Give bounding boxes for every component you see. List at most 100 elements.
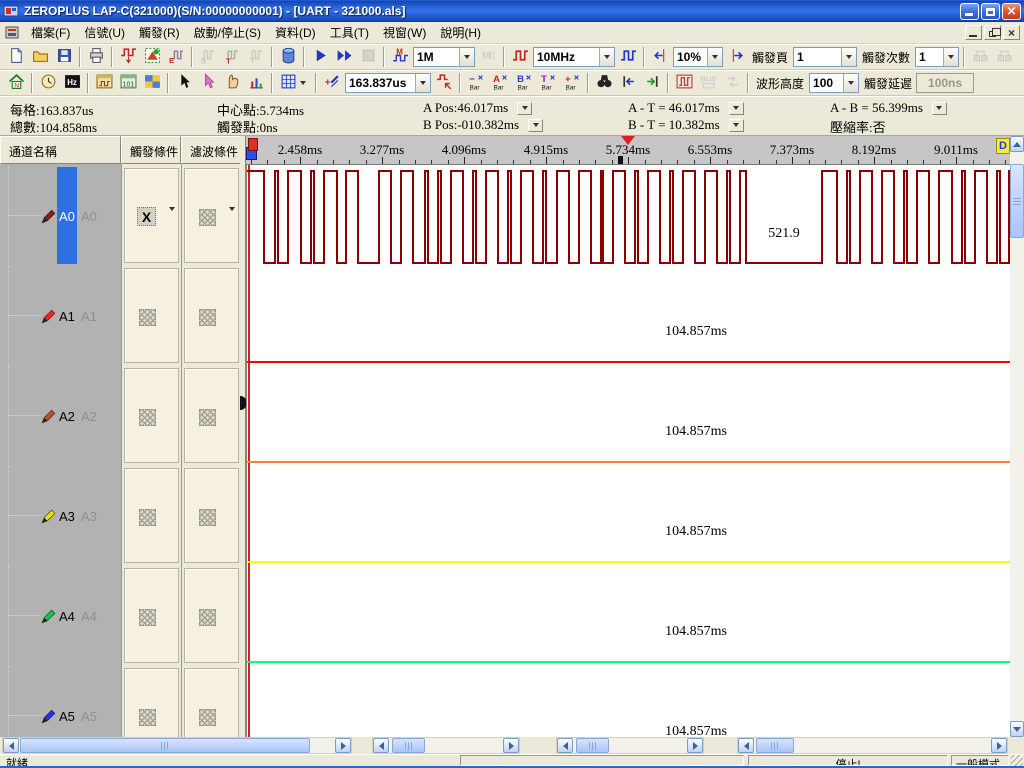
channel-pen-icon[interactable] (40, 308, 57, 328)
combo-dropdown-icon[interactable] (707, 48, 722, 66)
channel-row-A2[interactable]: A2A2 (0, 366, 121, 466)
condition-unset-icon[interactable] (199, 609, 216, 626)
trigger-page-combo[interactable]: 1 (793, 47, 857, 67)
channel-row-A3[interactable]: A3A3 (0, 466, 121, 566)
channel-pen-icon[interactable] (40, 508, 57, 528)
close-button[interactable]: × (1002, 3, 1021, 20)
home-view-button[interactable]: N (4, 72, 28, 94)
zoom-scale-combo[interactable]: 163.837us (345, 73, 431, 93)
condition-unset-icon[interactable] (199, 409, 216, 426)
cell-dropdown-icon[interactable] (229, 211, 235, 225)
channel-name[interactable]: A5 (59, 709, 75, 724)
minus-bar-button[interactable]: −Bar (464, 72, 488, 94)
channel-name[interactable]: A1 (59, 309, 75, 324)
print-button[interactable] (84, 46, 108, 68)
trigger-properties-button[interactable] (140, 46, 164, 68)
trigger-condition-cell-A4[interactable] (124, 568, 179, 663)
combo-dropdown-icon[interactable] (415, 74, 430, 92)
info-dropdown-button[interactable] (528, 119, 543, 132)
scroll-thumb[interactable] (392, 738, 425, 753)
noise-filter-button[interactable] (672, 72, 696, 94)
condition-unset-icon[interactable] (139, 409, 156, 426)
condition-unset-icon[interactable] (139, 509, 156, 526)
trigger-condition-cell-A1[interactable] (124, 268, 179, 363)
menu-item-2[interactable]: 觸發(R) (132, 23, 187, 43)
scroll-left-button[interactable] (738, 738, 754, 753)
resize-grip[interactable] (1011, 755, 1023, 766)
channel-pen-icon[interactable] (40, 208, 57, 228)
filter-condition-cell-A0[interactable] (184, 168, 239, 263)
scroll-right-button[interactable] (991, 738, 1007, 753)
advanced-trigger-button[interactable]: T (220, 46, 244, 68)
minimize-button[interactable] (960, 3, 979, 20)
scroll-thumb[interactable] (756, 738, 794, 753)
zoom-fit-button[interactable] (320, 72, 344, 94)
condition-unset-icon[interactable] (199, 309, 216, 326)
channel-row-A1[interactable]: A1A1 (0, 266, 121, 366)
listing-window-button[interactable]: 101 (116, 72, 140, 94)
combo-dropdown-icon[interactable] (943, 48, 958, 66)
menu-item-0[interactable]: 檔案(F) (24, 23, 77, 43)
condition-unset-icon[interactable] (139, 309, 156, 326)
navigator-window-button[interactable] (140, 72, 164, 94)
menu-item-5[interactable]: 工具(T) (323, 23, 376, 43)
waveform-window-button[interactable] (92, 72, 116, 94)
multi-select-cursor-button[interactable] (196, 72, 220, 94)
channel-pen-icon[interactable] (40, 608, 57, 628)
channel-panel-scrollbar[interactable] (2, 737, 352, 754)
scroll-left-button[interactable] (557, 738, 573, 753)
channel-pen-icon[interactable] (40, 408, 57, 428)
memory-depth-button[interactable]: M (388, 46, 412, 68)
scroll-thumb[interactable] (576, 738, 609, 753)
maximize-button[interactable] (981, 3, 1000, 20)
channel-name[interactable]: A0 (59, 209, 75, 224)
open-file-button[interactable] (28, 46, 52, 68)
new-file-button[interactable] (4, 46, 28, 68)
scroll-down-button[interactable] (1010, 721, 1024, 737)
combo-dropdown-icon[interactable] (599, 48, 614, 66)
square-wave-button[interactable] (616, 46, 640, 68)
frequency-setup-button[interactable]: Hz (60, 72, 84, 94)
trigger-condition-cell-A3[interactable] (124, 468, 179, 563)
condition-unset-icon[interactable] (139, 609, 156, 626)
menu-item-7[interactable]: 說明(H) (433, 23, 488, 43)
condition-unset-icon[interactable] (199, 509, 216, 526)
mdi-restore-button[interactable] (984, 25, 1001, 40)
sampling-setup-button[interactable] (116, 46, 140, 68)
scroll-right-button[interactable] (687, 738, 703, 753)
menu-item-6[interactable]: 視窗(W) (376, 23, 433, 43)
vertical-scroll-thumb[interactable] (1010, 164, 1024, 238)
channel-name[interactable]: A3 (59, 509, 75, 524)
filter-column-scrollbar[interactable] (556, 737, 704, 754)
a-bar-button[interactable]: ABar (488, 72, 512, 94)
scroll-up-button[interactable] (1010, 136, 1024, 152)
waveform-scrollbar[interactable] (737, 737, 1008, 754)
t-bar-button[interactable]: TBar (536, 72, 560, 94)
info-dropdown-button[interactable] (932, 102, 947, 115)
combo-dropdown-icon[interactable] (459, 48, 474, 66)
channel-pen-icon[interactable] (40, 708, 57, 728)
repeated-run-button[interactable] (332, 46, 356, 68)
trigger-pos-left-button[interactable] (648, 46, 672, 68)
run-button[interactable] (308, 46, 332, 68)
filter-condition-cell-A5[interactable] (184, 668, 239, 737)
add-bar-button[interactable]: +Bar (560, 72, 584, 94)
zoom-to-trigger-button[interactable] (432, 72, 456, 94)
b-bar-button[interactable]: BBar (512, 72, 536, 94)
scroll-right-button[interactable] (503, 738, 519, 753)
condition-unset-icon[interactable] (199, 209, 216, 226)
select-cursor-button[interactable] (172, 72, 196, 94)
filter-condition-cell-A4[interactable] (184, 568, 239, 663)
save-file-button[interactable] (52, 46, 76, 68)
statistics-button[interactable] (244, 72, 268, 94)
combo-dropdown-icon[interactable] (843, 74, 858, 92)
channel-row-A0[interactable]: A0A0 (0, 166, 121, 266)
trigger-any-state-icon[interactable]: X (137, 207, 156, 226)
scroll-right-button[interactable] (335, 738, 351, 753)
channel-name[interactable]: A2 (59, 409, 75, 424)
dropdown-arrow-icon[interactable] (297, 72, 308, 94)
grid-display-button[interactable] (276, 72, 312, 94)
t-bar-flag-icon[interactable] (248, 138, 258, 151)
sample-rate-button[interactable] (508, 46, 532, 68)
sample-rate-combo[interactable]: 10MHz (533, 47, 615, 67)
